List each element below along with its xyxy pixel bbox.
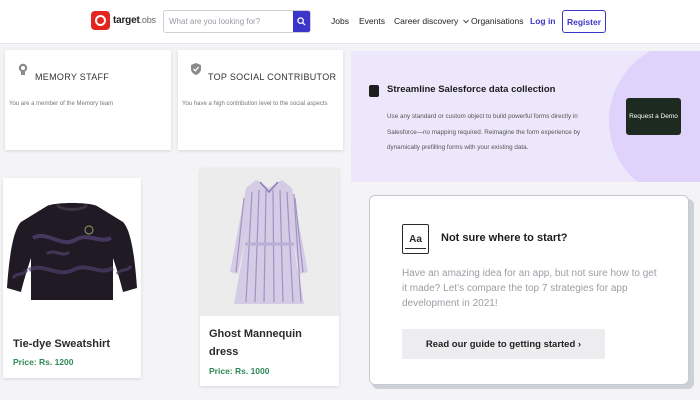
top-navbar: target.obs Jobs Events Career discovery … <box>0 0 700 44</box>
guide-title: Not sure where to start? <box>441 232 568 244</box>
product-name[interactable]: Tie-dye Sweatshirt <box>13 335 110 353</box>
product-image[interactable] <box>3 178 141 320</box>
badge-description: You have a high contribution level to th… <box>182 101 328 107</box>
badge-card-memory-staff[interactable]: MEMORY STAFF You are a member of the Mem… <box>5 50 171 150</box>
ad-card: Streamline Salesforce data collection Us… <box>351 51 700 182</box>
logo-text: target.obs <box>113 15 156 26</box>
dress-image <box>230 180 308 304</box>
product-image[interactable] <box>200 168 339 316</box>
nav-career-label: Career discovery <box>394 16 459 26</box>
ad-title: Streamline Salesforce data collection <box>387 84 556 95</box>
product-name[interactable]: Ghost Mannequin dress <box>209 325 319 361</box>
search-input[interactable] <box>164 11 294 32</box>
badge-description: You are a member of the Memory team <box>9 101 114 107</box>
guide-body: Have an amazing idea for an app, but not… <box>402 268 657 309</box>
product-card-sweatshirt[interactable]: Tie-dye Sweatshirt Price: Rs. 1200 <box>3 178 141 378</box>
sweatshirt-image <box>7 203 137 300</box>
register-button[interactable]: Register <box>562 10 606 33</box>
nav-events-link[interactable]: Events <box>359 16 385 26</box>
nav-organisations-link[interactable]: Organisations <box>471 16 523 26</box>
search-button[interactable] <box>293 11 310 32</box>
shield-check-icon <box>191 63 201 75</box>
search-bar <box>163 10 311 33</box>
memory-badge-icon <box>18 63 28 75</box>
logo-icon <box>91 11 110 30</box>
salesforce-icon <box>369 85 379 97</box>
nav-career-discovery-dropdown[interactable]: Career discovery <box>394 16 469 26</box>
request-demo-button[interactable]: Request a Demo <box>626 98 681 135</box>
badge-card-top-social-contributor[interactable]: TOP SOCIAL CONTRIBUTOR You have a high c… <box>178 50 343 150</box>
font-icon: Aa <box>402 224 429 254</box>
nav-jobs-link[interactable]: Jobs <box>331 16 349 26</box>
logo-name: target <box>113 15 140 26</box>
badge-title: MEMORY STAFF <box>35 72 110 82</box>
badge-title: TOP SOCIAL CONTRIBUTOR <box>208 72 337 82</box>
product-price: Price: Rs. 1200 <box>13 357 74 367</box>
read-guide-button[interactable]: Read our guide to getting started › <box>402 329 605 359</box>
logo[interactable]: target.obs <box>91 11 156 30</box>
search-icon <box>297 17 306 26</box>
ad-body: Use any standard or custom object to bui… <box>387 113 581 151</box>
product-price: Price: Rs. 1000 <box>209 366 270 376</box>
guide-card: Aa Not sure where to start? Have an amaz… <box>369 195 689 385</box>
logo-suffix: .obs <box>139 15 156 25</box>
product-card-dress[interactable]: Ghost Mannequin dress Price: Rs. 1000 <box>200 168 339 386</box>
login-link[interactable]: Log in <box>530 16 556 26</box>
chevron-down-icon <box>462 19 469 24</box>
